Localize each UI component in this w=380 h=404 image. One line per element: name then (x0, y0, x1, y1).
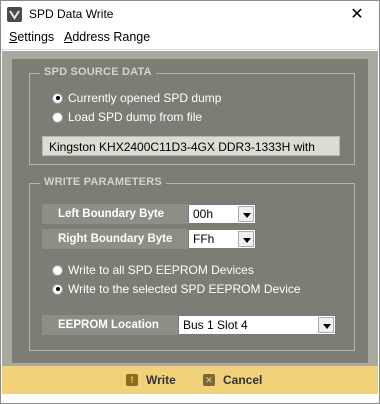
radio-selected-indicator (52, 283, 63, 295)
window-title: SPD Data Write (29, 7, 114, 21)
right-boundary-label: Right Boundary Byte (42, 229, 188, 249)
menu-address-label: ddress Range (72, 30, 151, 44)
radio-current-label: Currently opened SPD dump (68, 91, 222, 105)
radio-all-indicator (52, 264, 63, 276)
source-group: SPD SOURCE DATA Currently opened SPD dum… (29, 66, 355, 165)
source-group-title: SPD SOURCE DATA (40, 66, 156, 78)
action-bar: ! Write ✕ Cancel (2, 366, 378, 394)
radio-all-label: Write to all SPD EEPROM Devices (68, 263, 254, 277)
content-panel: SPD SOURCE DATA Currently opened SPD dum… (12, 59, 368, 363)
menu-settings[interactable]: Settings (9, 30, 54, 44)
chevron-down-icon (238, 206, 254, 222)
warning-icon: ! (126, 374, 138, 386)
radio-file-label: Load SPD dump from file (68, 110, 203, 124)
right-boundary-select[interactable]: FFh (188, 229, 256, 249)
cancel-button[interactable]: ✕ Cancel (203, 371, 262, 389)
left-boundary-select[interactable]: 00h (188, 204, 256, 224)
write-button[interactable]: ! Write (126, 371, 176, 389)
radio-load-file[interactable]: Load SPD dump from file (52, 109, 202, 125)
left-boundary-label: Left Boundary Byte (42, 204, 188, 224)
window-bottom-strip (2, 394, 378, 403)
radio-write-all[interactable]: Write to all SPD EEPROM Devices (52, 262, 254, 278)
eeprom-location-label: EEPROM Location (42, 315, 178, 335)
chevron-down-icon (318, 317, 334, 333)
title-bar: SPD Data Write ✕ (1, 1, 379, 29)
radio-file-indicator (52, 111, 63, 123)
cancel-button-label: Cancel (223, 373, 263, 387)
eeprom-location-select[interactable]: Bus 1 Slot 4 (178, 315, 336, 335)
app-logo-icon (7, 7, 22, 22)
cancel-icon: ✕ (203, 374, 215, 386)
spd-write-window: SPD Data Write ✕ Settings Address Range … (0, 0, 380, 404)
eeprom-location-value: Bus 1 Slot 4 (183, 318, 248, 332)
menu-bar: Settings Address Range (1, 29, 379, 49)
radio-selected-label: Write to the selected SPD EEPROM Device (68, 282, 301, 296)
close-icon: ✕ (350, 6, 364, 23)
write-params-group: WRITE PARAMETERS Left Boundary Byte 00h … (29, 176, 355, 351)
radio-current-dump[interactable]: Currently opened SPD dump (52, 90, 221, 106)
radio-current-indicator (52, 92, 63, 104)
radio-write-selected[interactable]: Write to the selected SPD EEPROM Device (52, 281, 301, 297)
close-button[interactable]: ✕ (335, 1, 379, 29)
menu-divider (1, 49, 379, 50)
write-button-label: Write (146, 373, 176, 387)
left-boundary-value: 00h (193, 207, 214, 221)
menu-address-range[interactable]: Address Range (64, 30, 150, 44)
menu-settings-label: ettings (17, 30, 55, 44)
write-params-title: WRITE PARAMETERS (40, 176, 166, 188)
dump-name-field: Kingston KHX2400C11D3-4GX DDR3-1333H wit… (42, 136, 340, 156)
dialog-body: SPD SOURCE DATA Currently opened SPD dum… (2, 51, 378, 366)
right-boundary-value: FFh (193, 232, 215, 246)
chevron-down-icon (238, 231, 254, 247)
